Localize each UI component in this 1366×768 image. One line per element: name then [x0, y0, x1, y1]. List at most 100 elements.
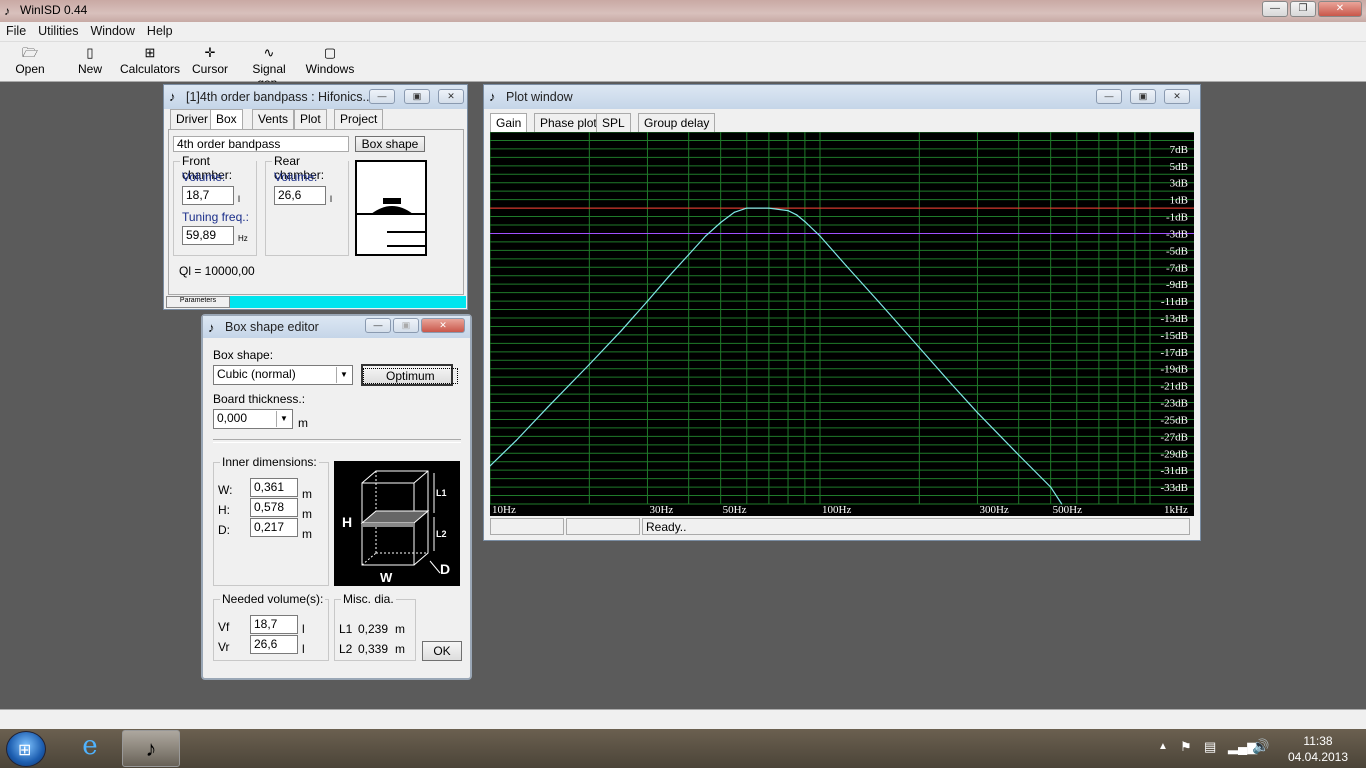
internet-explorer-icon[interactable]: e — [66, 731, 114, 767]
folder-open-icon: 🗁 — [21, 45, 39, 60]
gain-point — [733, 211, 735, 213]
vf-input[interactable]: 18,7 — [250, 615, 298, 634]
box-shape-label: Box shape: — [213, 348, 274, 362]
menu-window[interactable]: Window — [84, 22, 140, 38]
cursor-button[interactable]: ✛ Cursor — [190, 44, 230, 76]
dim-d-input[interactable]: 0,217 — [250, 518, 298, 537]
gain-point — [796, 214, 798, 216]
menu-utilities[interactable]: Utilities — [32, 22, 84, 38]
tab-driver[interactable]: Driver — [170, 109, 214, 129]
tab-box[interactable]: Box — [210, 109, 243, 129]
plot-close-button[interactable]: ✕ — [1164, 89, 1190, 104]
gain-point — [746, 207, 748, 209]
chevron-down-icon[interactable]: ▼ — [276, 411, 291, 427]
tab-group-delay[interactable]: Group delay — [638, 113, 716, 133]
action-center-flag-icon[interactable]: ⚑ — [1180, 739, 1192, 755]
tab-vents[interactable]: Vents — [252, 109, 295, 129]
close-button[interactable]: ✕ — [1318, 1, 1362, 17]
y-tick-label: -7dB — [1166, 262, 1188, 274]
plot-minimize-button[interactable]: — — [1096, 89, 1122, 104]
y-tick-label: -15dB — [1161, 330, 1189, 342]
dim-w-input[interactable]: 0,361 — [250, 478, 298, 497]
dim-d-label: D: — [218, 523, 230, 537]
gain-chart[interactable]: 7dB 5dB 3dB 1dB -1dB -3dB -5dB -7dB -9dB -11dB -13… — [489, 131, 1194, 516]
editor-minimize-button[interactable]: — — [365, 318, 391, 333]
needed-volumes-group: Needed volume(s): Vf 18,7 l Vr 26,6 l — [213, 592, 329, 661]
rear-volume-input[interactable]: 26,6 — [274, 186, 326, 205]
editor-close-button[interactable]: ✕ — [421, 318, 465, 333]
minimize-button[interactable]: — — [1262, 1, 1288, 17]
inner-dimensions-label: Inner dimensions: — [220, 455, 319, 469]
signal-generator-icon: ∿ — [263, 45, 275, 60]
box-shape-editor-window: ♪ Box shape editor — ▣ ✕ Box shape: Cubi… — [201, 314, 472, 680]
project-minimize-button[interactable]: — — [369, 89, 395, 104]
show-hidden-icons-icon[interactable]: ▲ — [1158, 741, 1168, 752]
y-tick-label: -33dB — [1161, 482, 1189, 494]
diagram-h-letter: H — [342, 514, 352, 530]
tab-project[interactable]: Project — [334, 109, 384, 129]
clock[interactable]: 11:38 04.04.2013 — [1278, 733, 1358, 765]
x-tick-label: 50Hz — [723, 504, 747, 516]
plot-window-title: Plot window — [506, 90, 573, 104]
y-tick-label: -21dB — [1161, 381, 1189, 393]
tab-plot[interactable]: Plot — [294, 109, 327, 129]
chevron-down-icon[interactable]: ▼ — [336, 367, 351, 383]
dim-h-input[interactable]: 0,578 — [250, 498, 298, 517]
box-shape-select[interactable]: Cubic (normal) ▼ — [213, 365, 353, 385]
windows-button[interactable]: ▢ Windows — [304, 44, 356, 76]
front-volume-input[interactable]: 18,7 — [182, 186, 234, 205]
gain-point — [976, 412, 979, 414]
gain-plot[interactable]: 7dB 5dB 3dB 1dB -1dB -3dB -5dB -7dB -9dB -11dB -13… — [489, 131, 1194, 516]
tuning-freq-input[interactable]: 59,89 — [182, 226, 234, 245]
gain-point — [646, 300, 649, 302]
project-window-titlebar[interactable]: ♪ [1]4th order bandpass : Hifonics... — … — [164, 85, 467, 109]
dim-w-label: W: — [218, 483, 233, 497]
optimum-button[interactable]: Optimum — [361, 364, 458, 386]
speaker-driver-icon — [357, 198, 425, 247]
volume-icon[interactable]: 🔊 — [1252, 738, 1269, 755]
diagram-d-letter: D — [440, 561, 450, 577]
calculator-icon: ⊞ — [144, 45, 156, 60]
menu-help[interactable]: Help — [141, 22, 179, 38]
tab-spl[interactable]: SPL — [596, 113, 631, 133]
gain-curve — [489, 207, 1063, 505]
status-cell-2 — [566, 518, 640, 535]
new-button[interactable]: ▯ New — [74, 44, 106, 76]
rear-chamber-group: Rear chamber: Volume: 26,6 l — [265, 154, 349, 256]
project-close-button[interactable]: ✕ — [438, 89, 464, 104]
open-button[interactable]: 🗁 Open — [12, 44, 48, 76]
box-shape-button[interactable]: Box shape — [355, 136, 425, 152]
board-thickness-select[interactable]: 0,000 ▼ — [213, 409, 293, 429]
cube-diagram-icon: H W D L1 L2 — [342, 470, 450, 585]
y-tick-label: -9dB — [1166, 279, 1188, 291]
winisd-taskbar-button[interactable]: ♪ — [122, 730, 180, 767]
calculators-button[interactable]: ⊞ Calculators — [120, 44, 180, 76]
plot-window: ♪ Plot window — ▣ ✕ Gain Phase plot SPL … — [483, 84, 1201, 541]
menu-file[interactable]: File — [0, 22, 32, 38]
misc-dia-label: Misc. dia. — [341, 592, 396, 606]
needed-volumes-label: Needed volume(s): — [220, 592, 326, 606]
tuning-freq-unit: Hz — [238, 234, 248, 243]
box-shape-editor-titlebar[interactable]: ♪ Box shape editor — ▣ ✕ — [203, 316, 470, 338]
divider — [213, 439, 461, 443]
usb-device-icon[interactable]: ▤ — [1204, 739, 1216, 755]
parameters-status-tab[interactable]: Parameters — [166, 296, 230, 308]
vr-input[interactable]: 26,6 — [250, 635, 298, 654]
plot-maximize-button[interactable]: ▣ — [1130, 89, 1156, 104]
x-tick-label: 300Hz — [979, 504, 1008, 516]
dim-h-unit: m — [302, 507, 312, 521]
y-tick-label: -29dB — [1161, 448, 1189, 460]
plot-window-titlebar[interactable]: ♪ Plot window — ▣ ✕ — [484, 85, 1200, 109]
front-chamber-group: Front chamber: Volume: 18,7 l Tuning fre… — [173, 154, 257, 256]
ok-button[interactable]: OK — [422, 641, 462, 661]
restore-button[interactable]: ❐ — [1290, 1, 1316, 17]
start-button[interactable]: ⊞ — [6, 731, 46, 767]
clock-date: 04.04.2013 — [1287, 750, 1349, 764]
l2-label: L2 — [339, 642, 353, 656]
l2-unit: m — [395, 642, 405, 656]
y-tick-label: 5dB — [1170, 161, 1188, 173]
gain-point — [804, 221, 806, 223]
tab-phase-plot[interactable]: Phase plot — [534, 113, 603, 133]
tab-gain[interactable]: Gain — [490, 113, 528, 133]
project-maximize-button[interactable]: ▣ — [404, 89, 430, 104]
